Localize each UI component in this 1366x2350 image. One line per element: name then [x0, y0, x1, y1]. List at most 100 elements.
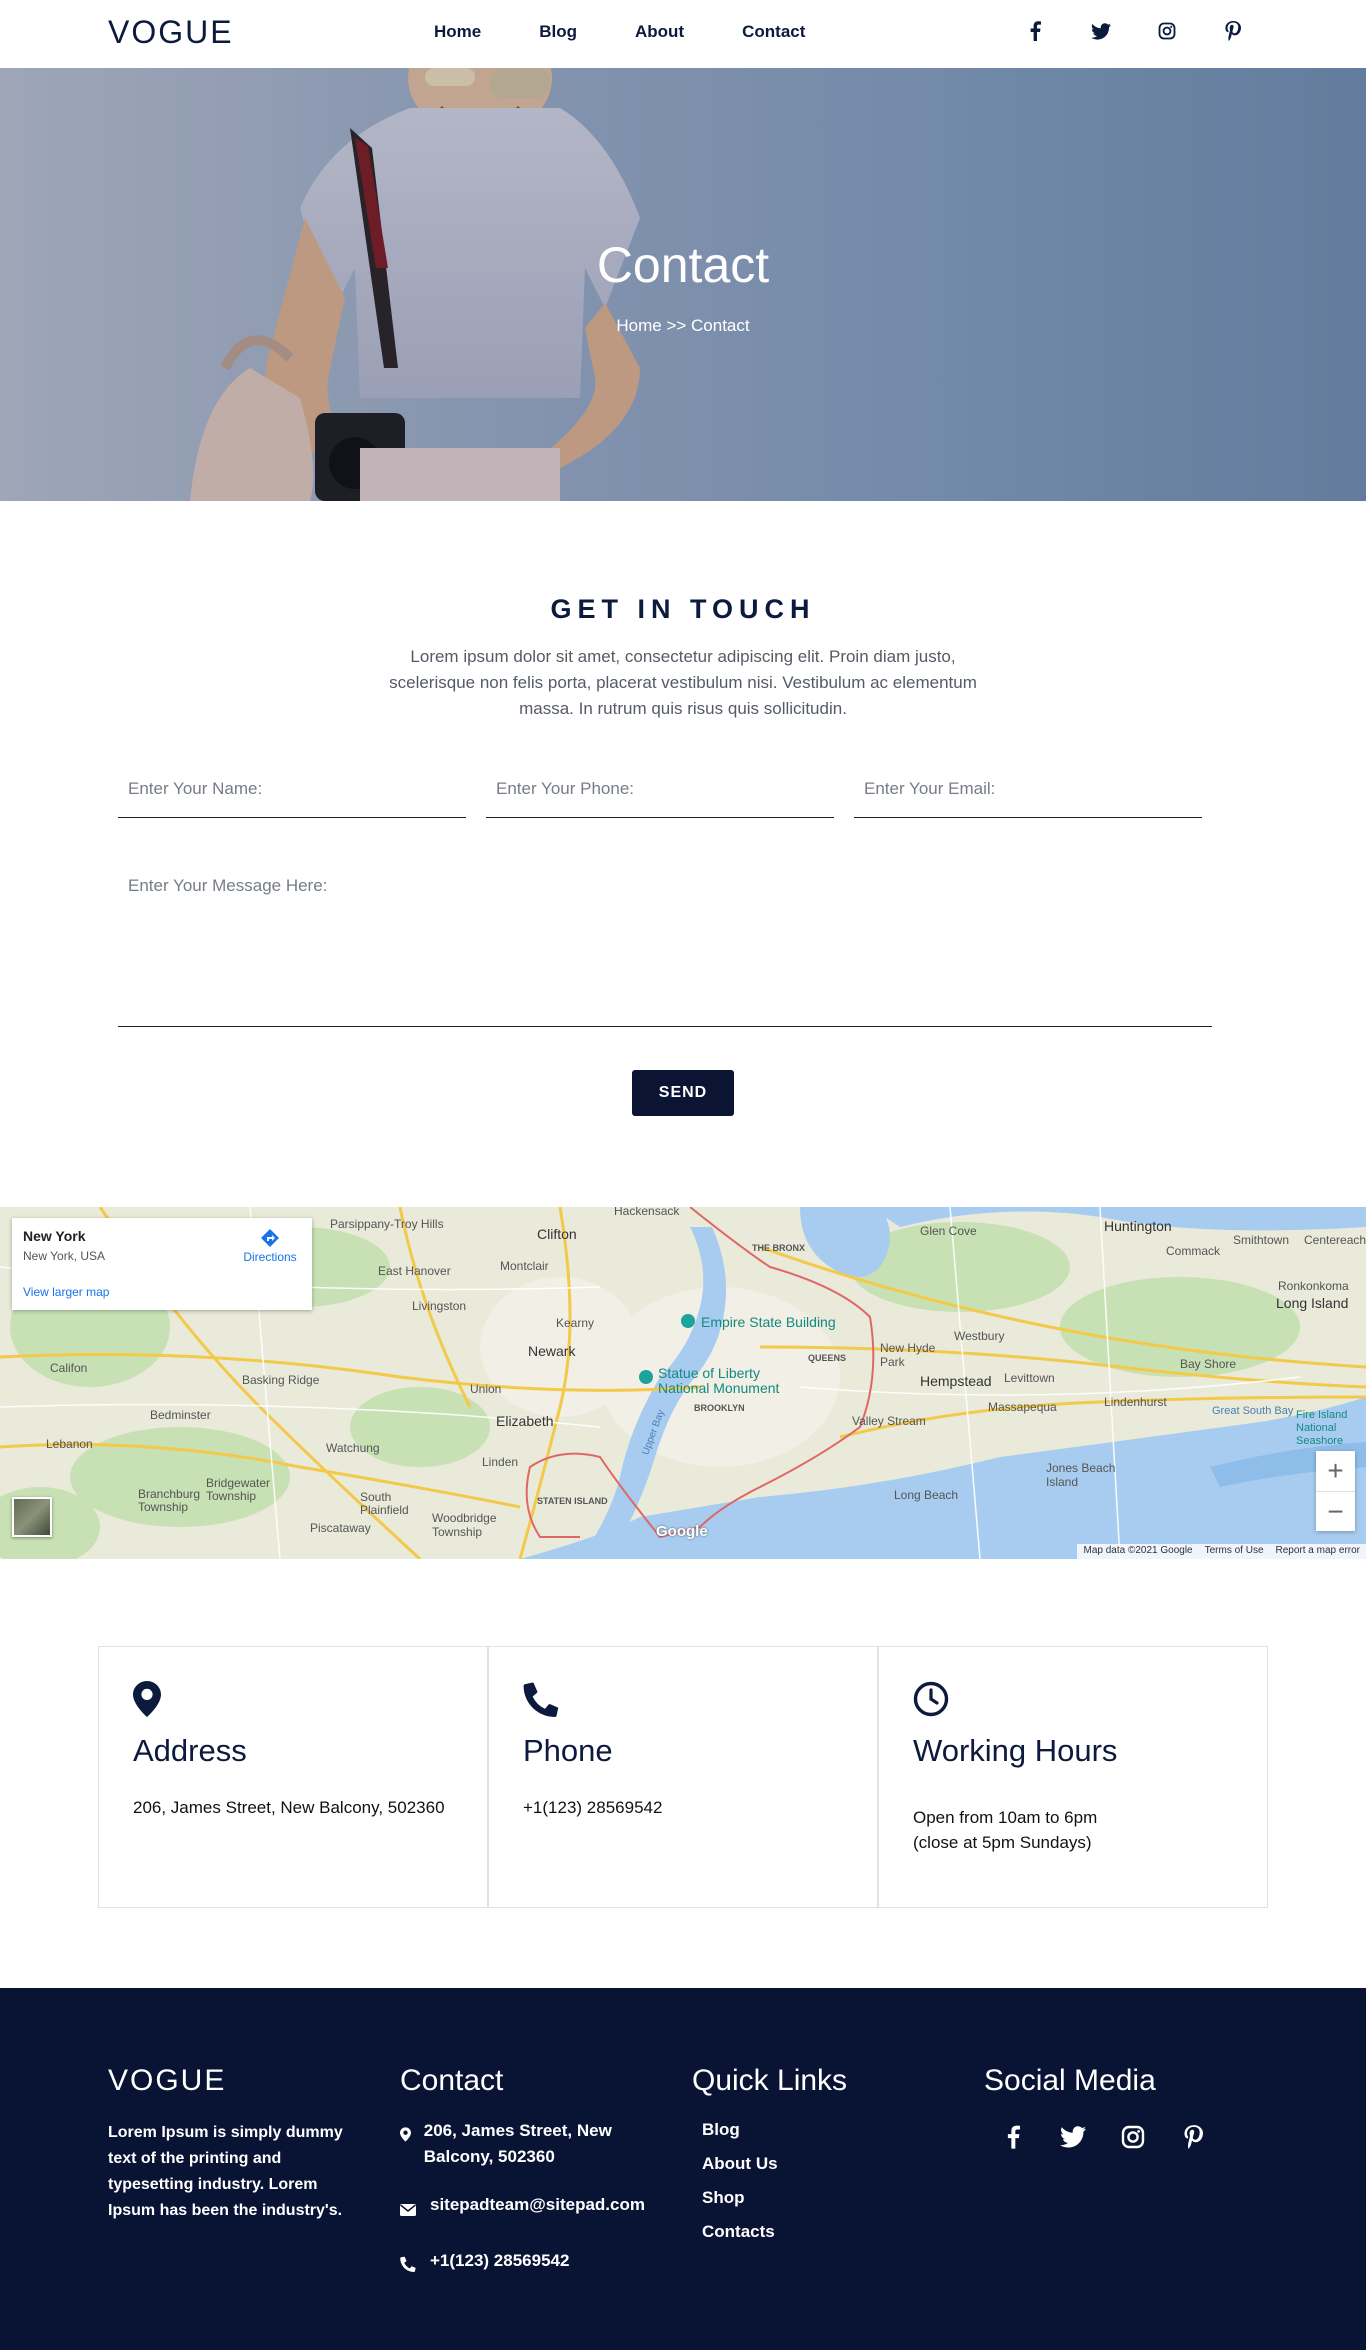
view-larger-map-link[interactable]: View larger map	[23, 1285, 109, 1299]
header-social-links	[1024, 20, 1244, 42]
map-attribution: Map data ©2021 Google Terms of Use Repor…	[1077, 1544, 1366, 1559]
map-label: Hackensack	[614, 1207, 680, 1218]
map-label: Lebanon	[46, 1437, 93, 1451]
menu-item-contact[interactable]: Contact	[742, 22, 805, 42]
map-label: Bedminster	[150, 1408, 211, 1422]
instagram-icon[interactable]	[1120, 2124, 1146, 2150]
phone-input[interactable]	[486, 760, 834, 818]
map-label: Long Beach	[894, 1488, 959, 1502]
map-label: STATEN ISLAND	[537, 1496, 608, 1506]
footer-social-column: Social Media	[984, 2064, 1206, 2150]
top-navbar: VOGUE Home Blog About Contact	[0, 0, 1366, 68]
send-button[interactable]: SEND	[632, 1070, 734, 1116]
map-label: THE BRONX	[752, 1243, 806, 1253]
map-label: Parsippany-Troy Hills	[330, 1217, 444, 1231]
site-footer: VOGUE Lorem Ipsum is simply dummy text o…	[0, 1988, 1366, 2350]
map-label: Huntington	[1104, 1218, 1172, 1234]
instagram-icon[interactable]	[1156, 20, 1178, 42]
map-data-credit: Map data ©2021 Google	[1083, 1545, 1193, 1556]
phone-title: Phone	[523, 1733, 613, 1768]
facebook-icon[interactable]	[1000, 2124, 1026, 2150]
map-poi-label[interactable]: Empire State Building	[701, 1314, 836, 1330]
map-label: Califon	[50, 1361, 88, 1375]
phone-icon	[400, 2248, 430, 2280]
map-label: Westbury	[954, 1329, 1005, 1343]
working-hours-title: Working Hours	[913, 1733, 1118, 1768]
footer-email[interactable]: sitepadteam@sitepad.com	[430, 2192, 645, 2218]
hero-banner: Contact Home >> Contact	[0, 68, 1366, 501]
zoom-in-button[interactable]: +	[1316, 1451, 1355, 1491]
map-label: BROOKLYN	[694, 1403, 745, 1413]
footer-phone[interactable]: +1(123) 28569542	[430, 2248, 569, 2274]
report-map-error-link[interactable]: Report a map error	[1276, 1545, 1360, 1558]
footer-about-column: VOGUE Lorem Ipsum is simply dummy text o…	[108, 2064, 354, 2224]
location-pin-icon	[400, 2118, 424, 2150]
breadcrumb[interactable]: Home >> Contact	[0, 316, 1366, 336]
terms-of-use-link[interactable]: Terms of Use	[1205, 1545, 1264, 1558]
map-label: Woodbridge Township	[432, 1511, 497, 1539]
address-card: Address 206, James Street, New Balcony, …	[98, 1646, 488, 1908]
working-hours-card: Working Hours Open from 10am to 6pm (clo…	[878, 1646, 1268, 1908]
quick-links-list: Blog About Us Shop Contacts	[692, 2120, 847, 2242]
map-poi-label[interactable]: Statue of Liberty National Monument	[658, 1366, 808, 1396]
map-label: Fire Island National Seashore	[1296, 1409, 1348, 1447]
map-label: Smithtown	[1233, 1233, 1290, 1247]
pinterest-icon[interactable]	[1180, 2124, 1206, 2150]
footer-logo[interactable]: VOGUE	[108, 2064, 354, 2098]
menu-item-home[interactable]: Home	[434, 22, 481, 42]
map-place-title: New York	[23, 1228, 86, 1244]
working-hours-line-1: Open from 10am to 6pm	[913, 1808, 1098, 1827]
directions-icon	[261, 1229, 279, 1247]
quick-link-blog[interactable]: Blog	[702, 2120, 847, 2140]
map-label: Kearny	[556, 1316, 595, 1330]
name-input[interactable]	[118, 760, 466, 818]
location-pin-icon	[133, 1681, 169, 1717]
quick-links-title: Quick Links	[692, 2064, 848, 2097]
map-label: Basking Ridge	[242, 1373, 320, 1387]
quick-link-contacts[interactable]: Contacts	[702, 2222, 847, 2242]
footer-address: 206, James Street, New Balcony, 502360	[423, 2121, 612, 2166]
phone-card: Phone +1(123) 28569542	[488, 1646, 878, 1908]
get-in-touch-description: Lorem ipsum dolor sit amet, consectetur …	[389, 647, 977, 718]
map-label: Ronkonkoma	[1278, 1279, 1349, 1293]
footer-contact-column: Contact 206, James Street, New Balcony, …	[400, 2064, 680, 2280]
menu-item-blog[interactable]: Blog	[539, 22, 577, 42]
footer-social-links	[1000, 2124, 1206, 2150]
footer-address-row: 206, James Street, New Balcony, 502360	[400, 2118, 680, 2170]
facebook-icon[interactable]	[1024, 20, 1046, 42]
quick-link-about-us[interactable]: About Us	[702, 2154, 847, 2174]
directions-label: Directions	[243, 1250, 297, 1264]
google-logo: Google	[656, 1523, 708, 1540]
footer-contact-list: 206, James Street, New Balcony, 502360 s…	[400, 2118, 680, 2280]
quick-link-shop[interactable]: Shop	[702, 2188, 847, 2208]
pinterest-icon[interactable]	[1222, 20, 1244, 42]
message-textarea[interactable]	[118, 862, 1212, 1027]
embedded-map[interactable]: Hackensack Clifton Parsippany-Troy Hills…	[0, 1207, 1366, 1559]
menu-item-about[interactable]: About	[635, 22, 684, 42]
footer-email-row: sitepadteam@sitepad.com	[400, 2192, 680, 2224]
map-label: QUEENS	[808, 1353, 847, 1363]
map-label: Clifton	[537, 1226, 577, 1242]
footer-contact-title: Contact	[400, 2064, 504, 2097]
map-label: Union	[470, 1382, 502, 1396]
address-title: Address	[133, 1733, 247, 1768]
map-label: East Hanover	[378, 1264, 451, 1278]
page-title: Contact	[596, 237, 770, 293]
satellite-toggle[interactable]	[12, 1497, 52, 1537]
map-label: Glen Cove	[920, 1224, 977, 1238]
twitter-icon[interactable]	[1060, 2124, 1086, 2150]
map-label: Livingston	[412, 1299, 467, 1313]
zoom-out-button[interactable]: −	[1316, 1491, 1355, 1531]
directions-button[interactable]: Directions	[240, 1228, 300, 1264]
phone-text[interactable]: +1(123) 28569542	[523, 1795, 863, 1820]
site-logo[interactable]: VOGUE	[108, 14, 234, 51]
footer-description: Lorem Ipsum is simply dummy text of the …	[108, 2124, 343, 2219]
twitter-icon[interactable]	[1090, 20, 1112, 42]
map-label: Massapequa	[988, 1400, 1057, 1414]
email-input[interactable]	[854, 760, 1202, 818]
map-label: Piscataway	[310, 1521, 371, 1535]
address-text: 206, James Street, New Balcony, 502360	[133, 1798, 445, 1817]
map-label: Centereach	[1304, 1233, 1366, 1247]
map-label: Great South Bay	[1212, 1405, 1294, 1417]
map-label: Levittown	[1004, 1371, 1055, 1385]
